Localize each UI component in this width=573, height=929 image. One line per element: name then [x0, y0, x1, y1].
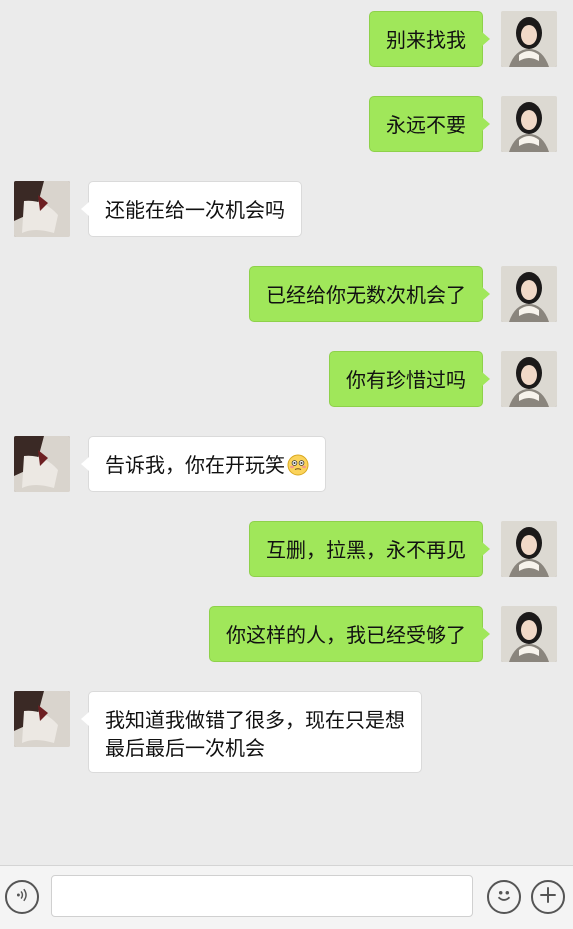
- received-message-bubble[interactable]: 我知道我做错了很多，现在只是想 最后最后一次机会: [81, 691, 422, 773]
- message-text: 告诉我，你在开玩笑: [105, 453, 285, 477]
- contact-avatar[interactable]: [14, 691, 70, 747]
- my-avatar[interactable]: [501, 521, 557, 577]
- input-bar: [0, 865, 573, 929]
- message-input[interactable]: [51, 875, 473, 917]
- emoji-button[interactable]: [487, 880, 521, 914]
- message-text: 你有珍惜过吗: [346, 368, 466, 392]
- emoji-icon: [493, 884, 515, 910]
- voice-button[interactable]: [5, 880, 39, 914]
- sent-message-bubble[interactable]: 永远不要: [369, 96, 490, 152]
- my-avatar[interactable]: [501, 266, 557, 322]
- sent-message-bubble[interactable]: 互删，拉黑，永不再见: [249, 521, 490, 577]
- received-message-bubble[interactable]: 还能在给一次机会吗: [81, 181, 302, 237]
- sent-message-bubble[interactable]: 别来找我: [369, 11, 490, 67]
- contact-avatar[interactable]: [14, 436, 70, 492]
- my-avatar[interactable]: [501, 351, 557, 407]
- message-text: 互删，拉黑，永不再见: [266, 538, 466, 562]
- contact-avatar[interactable]: [14, 181, 70, 237]
- chat-area: 别来找我 永远不要 还能在给一次机会吗 已经给你无数次机会了 你有珍惜过吗 告诉…: [0, 0, 573, 865]
- flushed-face-icon: [287, 454, 309, 476]
- sent-message-bubble[interactable]: 你有珍惜过吗: [329, 351, 490, 407]
- message-text: 别来找我: [386, 28, 466, 52]
- voice-icon: [13, 886, 31, 908]
- my-avatar[interactable]: [501, 96, 557, 152]
- my-avatar[interactable]: [501, 11, 557, 67]
- message-text: 永远不要: [386, 113, 466, 137]
- sent-message-bubble[interactable]: 你这样的人，我已经受够了: [209, 606, 490, 662]
- plus-icon: [537, 884, 559, 910]
- message-text: 已经给你无数次机会了: [266, 283, 466, 307]
- message-text: 还能在给一次机会吗: [105, 198, 285, 222]
- my-avatar[interactable]: [501, 606, 557, 662]
- message-text: 我知道我做错了很多，现在只是想 最后最后一次机会: [105, 708, 405, 760]
- received-message-bubble[interactable]: 告诉我，你在开玩笑: [81, 436, 326, 492]
- more-button[interactable]: [531, 880, 565, 914]
- sent-message-bubble[interactable]: 已经给你无数次机会了: [249, 266, 490, 322]
- message-text: 你这样的人，我已经受够了: [226, 623, 466, 647]
